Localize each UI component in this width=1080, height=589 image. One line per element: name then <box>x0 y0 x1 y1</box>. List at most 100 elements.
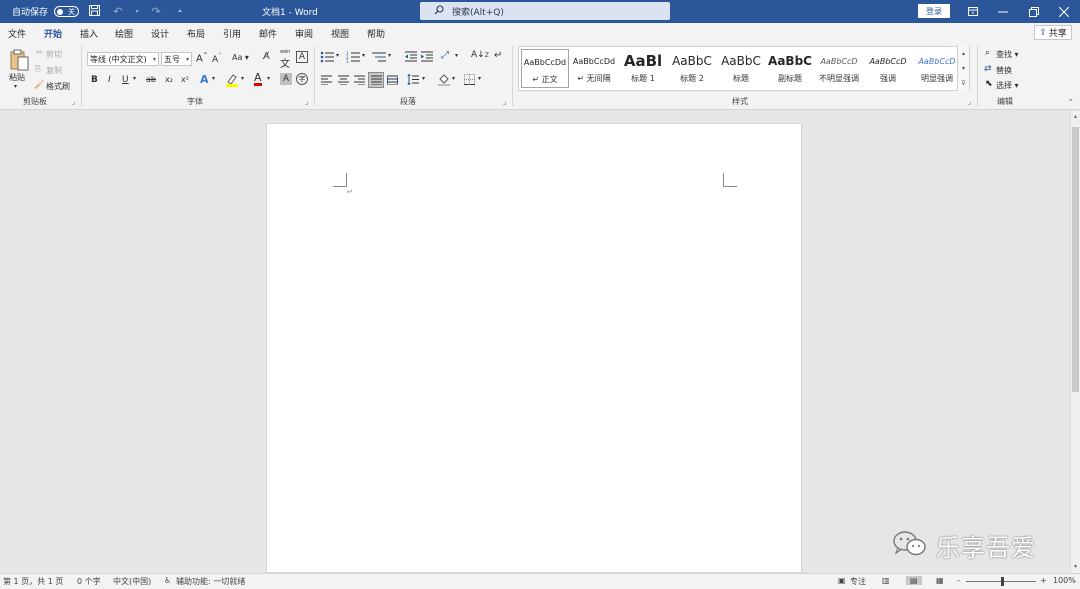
search-box[interactable]: 搜索(Alt+Q) <box>420 2 670 20</box>
chevron-down-icon[interactable]: ▾ <box>452 75 455 82</box>
change-case-icon[interactable]: Aa ▾ <box>232 53 249 62</box>
style-heading-2[interactable]: AaBbC 标题 2 <box>668 49 716 88</box>
format-painter-button[interactable]: 格式刷 <box>46 81 70 92</box>
chevron-down-icon[interactable]: ▾ <box>267 75 270 82</box>
undo-icon[interactable]: ↶ <box>109 5 127 18</box>
styles-scroll[interactable]: ▴ ▾ ⊽ <box>957 46 969 91</box>
focus-mode-button[interactable]: 专注 <box>850 576 866 587</box>
scroll-up-icon[interactable]: ▴ <box>1071 113 1080 120</box>
chevron-down-icon[interactable]: ▾ <box>241 75 244 82</box>
zoom-level[interactable]: 100% <box>1053 576 1076 585</box>
replace-button[interactable]: 替换 <box>996 65 1012 76</box>
chevron-down-icon[interactable]: ▾ <box>212 75 215 82</box>
close-icon[interactable] <box>1049 0 1079 23</box>
login-button[interactable]: 登录 <box>918 4 950 18</box>
distributed-icon[interactable] <box>387 75 398 87</box>
clipboard-launcher-icon[interactable]: ⌟ <box>72 98 75 106</box>
font-color-button[interactable]: A <box>254 72 262 86</box>
language-status[interactable]: 中文(中国) <box>113 576 151 587</box>
style-no-spacing[interactable]: AaBbCcDd ↵ 无间隔 <box>570 49 618 88</box>
underline-button[interactable]: U <box>122 75 129 85</box>
tab-file[interactable]: 文件 <box>8 27 26 40</box>
restore-icon[interactable] <box>1019 0 1049 23</box>
save-icon[interactable] <box>85 4 103 19</box>
strikethrough-button[interactable]: ab <box>146 75 156 84</box>
customize-toolbar-icon[interactable]: ⩡ <box>171 7 189 16</box>
italic-button[interactable]: I <box>108 75 111 85</box>
bold-button[interactable]: B <box>91 75 98 85</box>
document-workspace[interactable]: ↵ <box>0 111 1070 573</box>
paragraph-launcher-icon[interactable]: ⌟ <box>503 98 506 106</box>
align-center-icon[interactable] <box>338 75 349 87</box>
tab-references[interactable]: 引用 <box>223 27 241 40</box>
line-spacing-icon[interactable] <box>407 74 419 87</box>
chevron-down-icon[interactable]: ▾ <box>388 52 391 59</box>
web-layout-icon[interactable]: ▦ <box>936 576 944 585</box>
minimize-icon[interactable] <box>988 0 1018 23</box>
read-mode-icon[interactable]: ▥ <box>882 576 890 585</box>
chevron-down-icon[interactable]: ▾ <box>962 65 965 72</box>
style-intense-emphasis[interactable]: AaBbCcD 明显强调 <box>913 49 961 88</box>
grow-font-icon[interactable]: A^ <box>196 52 208 64</box>
tab-insert[interactable]: 插入 <box>80 27 98 40</box>
shrink-font-icon[interactable]: Aˇ <box>212 53 221 65</box>
paste-icon[interactable] <box>8 48 30 72</box>
style-subtle-emphasis[interactable]: AaBbCcD 不明显强调 <box>815 49 863 88</box>
sort-icon[interactable]: A↓Z <box>471 50 489 60</box>
zoom-slider-thumb[interactable] <box>1001 577 1004 586</box>
scrollbar-thumb[interactable] <box>1072 127 1079 392</box>
text-effects-button[interactable]: A <box>200 73 209 86</box>
paste-button[interactable]: 粘贴 <box>9 72 25 83</box>
tab-mailings[interactable]: 邮件 <box>259 27 277 40</box>
zoom-out-button[interactable]: - <box>957 576 960 585</box>
select-button[interactable]: 选择 ▾ <box>996 80 1019 91</box>
tab-draw[interactable]: 绘图 <box>115 27 133 40</box>
collapse-ribbon-icon[interactable]: ⌃ <box>1068 98 1074 106</box>
tab-layout[interactable]: 布局 <box>187 27 205 40</box>
justify-icon[interactable] <box>368 72 384 88</box>
accessibility-status[interactable]: 辅助功能: 一切就绪 <box>176 576 245 587</box>
enclose-characters-button[interactable]: 字 <box>296 73 308 85</box>
zoom-in-button[interactable]: + <box>1040 576 1047 585</box>
chevron-down-icon[interactable]: ▾ <box>362 52 365 59</box>
tab-design[interactable]: 设计 <box>151 27 169 40</box>
autosave-toggle[interactable]: 关 <box>54 6 80 17</box>
share-button[interactable]: ⇪ 共享 <box>1034 25 1072 40</box>
paste-dropdown-icon[interactable]: ▾ <box>14 83 17 90</box>
style-heading-1[interactable]: AaBl 标题 1 <box>619 49 667 88</box>
document-page[interactable]: ↵ <box>266 123 802 573</box>
ribbon-display-icon[interactable] <box>958 0 988 23</box>
style-normal[interactable]: AaBbCcDd ↵ 正文 <box>521 49 569 88</box>
chevron-down-icon[interactable]: ▾ <box>455 52 458 59</box>
show-marks-icon[interactable]: ↵ <box>494 50 502 61</box>
tab-view[interactable]: 视图 <box>331 27 349 40</box>
tab-home[interactable]: 开始 <box>44 27 63 44</box>
chevron-down-icon[interactable]: ▾ <box>133 8 141 15</box>
increase-indent-icon[interactable] <box>421 51 433 64</box>
shading-icon[interactable] <box>438 73 450 88</box>
phonetic-guide-icon[interactable]: wén 文 <box>280 50 290 71</box>
chinese-layout-icon[interactable]: ⤢ <box>441 50 449 61</box>
align-left-icon[interactable] <box>321 75 332 87</box>
cut-button[interactable]: 剪切 <box>46 49 62 60</box>
redo-icon[interactable]: ↷ <box>147 5 165 18</box>
word-count[interactable]: 0 个字 <box>77 576 101 587</box>
style-subtitle[interactable]: AaBbC 副标题 <box>766 49 814 88</box>
expand-gallery-icon[interactable]: ⊽ <box>961 80 965 87</box>
underline-dropdown-icon[interactable]: ▾ <box>133 75 136 82</box>
copy-button[interactable]: 复制 <box>46 65 62 76</box>
chevron-down-icon[interactable]: ▾ <box>422 75 425 82</box>
tab-help[interactable]: 帮助 <box>367 27 385 40</box>
align-right-icon[interactable] <box>354 75 365 87</box>
page-count[interactable]: 第 1 页，共 1 页 <box>3 576 63 587</box>
character-border-icon[interactable]: A <box>296 51 308 63</box>
scroll-down-icon[interactable]: ▾ <box>1071 563 1080 570</box>
font-name-select[interactable]: 等线 (中文正文) ▾ <box>87 52 159 66</box>
multilevel-list-icon[interactable] <box>372 51 386 65</box>
style-title[interactable]: AaBbC 标题 <box>717 49 765 88</box>
highlight-icon[interactable] <box>225 73 239 89</box>
bullets-icon[interactable] <box>320 51 334 65</box>
clear-formatting-icon[interactable]: A̸ <box>263 51 270 62</box>
chevron-down-icon[interactable]: ▾ <box>478 75 481 82</box>
font-launcher-icon[interactable]: ⌟ <box>305 98 308 106</box>
